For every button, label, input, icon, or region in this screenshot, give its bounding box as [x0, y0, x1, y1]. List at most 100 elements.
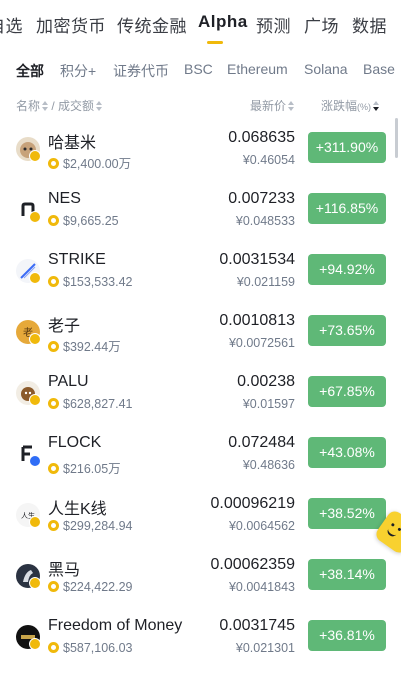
- table-row[interactable]: NES $9,665.25 0.007233 ¥0.048533 +116.85…: [0, 177, 401, 238]
- tab-prediction[interactable]: 预测: [256, 12, 291, 37]
- alpha-icon: [48, 642, 59, 653]
- active-tab-indicator: [207, 41, 223, 44]
- token-volume: $9,665.25: [48, 214, 119, 228]
- header-change: 涨跌幅: [321, 99, 358, 113]
- alpha-icon: [48, 158, 59, 169]
- token-volume: $587,106.03: [48, 641, 133, 655]
- alpha-badge-icon: [29, 211, 41, 223]
- token-name: 老子: [48, 318, 81, 335]
- table-row[interactable]: STRIKE $153,533.42 0.0031534 ¥0.021159 +…: [0, 238, 401, 299]
- change-badge[interactable]: +73.65%: [308, 315, 386, 346]
- token-volume: $628,827.41: [48, 397, 133, 411]
- alpha-badge-icon: [29, 516, 41, 528]
- header-separator: /: [51, 99, 55, 113]
- sort-icon: [288, 101, 295, 111]
- tab-data[interactable]: 数据: [352, 12, 387, 37]
- token-price: 0.00096219: [210, 495, 295, 512]
- token-price-cny: ¥0.01597: [242, 397, 295, 411]
- token-name: 哈基米: [48, 135, 97, 152]
- subtab-solana[interactable]: Solana: [304, 61, 348, 77]
- sort-price[interactable]: 最新价: [250, 97, 295, 114]
- alpha-badge-icon: [29, 577, 41, 589]
- token-name: 人生K线: [48, 501, 107, 518]
- alpha-icon: [48, 463, 59, 474]
- token-volume-value: $299,284.94: [63, 519, 133, 533]
- alpha-badge-icon: [29, 150, 41, 162]
- token-price-cny: ¥0.0041843: [228, 580, 295, 594]
- sort-icon: [42, 101, 49, 111]
- subtab-points[interactable]: 积分+: [60, 61, 96, 81]
- chain-filter-tabs: 全部 积分+ 证券代币 BSC Ethereum Solana Base: [0, 46, 401, 92]
- change-badge[interactable]: +311.90%: [308, 132, 386, 163]
- token-volume: $392.44万: [48, 336, 121, 355]
- token-volume: $216.05万: [48, 458, 121, 477]
- alpha-icon: [48, 215, 59, 226]
- change-badge[interactable]: +116.85%: [308, 193, 386, 224]
- alpha-badge-icon: [29, 638, 41, 650]
- token-price-cny: ¥0.0064562: [228, 519, 295, 533]
- token-price: 0.0010813: [219, 312, 295, 329]
- change-badge[interactable]: +94.92%: [308, 254, 386, 285]
- token-volume-value: $153,533.42: [63, 275, 133, 289]
- token-price: 0.00062359: [210, 556, 295, 573]
- token-volume-value: $9,665.25: [63, 214, 119, 228]
- tab-crypto[interactable]: 加密货币: [36, 12, 106, 37]
- token-volume: $2,400.00万: [48, 153, 131, 172]
- token-price-cny: ¥0.46054: [242, 153, 295, 167]
- tab-alpha[interactable]: Alpha: [198, 12, 248, 32]
- table-row[interactable]: PALU $628,827.41 0.00238 ¥0.01597 +67.85…: [0, 360, 401, 421]
- table-row[interactable]: 哈基米 $2,400.00万 0.068635 ¥0.46054 +311.90…: [0, 116, 401, 177]
- subtab-base[interactable]: Base: [363, 61, 395, 77]
- subtab-bsc[interactable]: BSC: [184, 61, 213, 77]
- table-row[interactable]: Freedom of Money $587,106.03 0.0031745 ¥…: [0, 604, 401, 665]
- change-badge[interactable]: +38.52%: [308, 498, 386, 529]
- subtab-security-tokens[interactable]: 证券代币: [113, 61, 169, 81]
- sort-name-volume[interactable]: 名称 / 成交额: [16, 97, 103, 114]
- token-name: Freedom of Money: [48, 617, 183, 634]
- alpha-badge-icon: [29, 272, 41, 284]
- change-badge[interactable]: +36.81%: [308, 620, 386, 651]
- list-scrollbar[interactable]: [395, 118, 398, 158]
- change-badge[interactable]: +67.85%: [308, 376, 386, 407]
- token-price-cny: ¥0.0072561: [228, 336, 295, 350]
- alpha-icon: [48, 581, 59, 592]
- header-name: 名称: [16, 99, 41, 113]
- token-price: 0.068635: [228, 129, 295, 146]
- header-change-unit: (%): [357, 102, 372, 112]
- token-volume-value: $2,400.00万: [63, 157, 132, 171]
- token-name: 黑马: [48, 562, 81, 579]
- alpha-icon: [48, 276, 59, 287]
- token-volume: $224,422.29: [48, 580, 133, 594]
- token-name: PALU: [48, 373, 89, 390]
- token-price-cny: ¥0.48636: [242, 458, 295, 472]
- chain-badge-icon: [29, 455, 41, 467]
- change-badge[interactable]: +38.14%: [308, 559, 386, 590]
- token-price: 0.0031745: [219, 617, 295, 634]
- table-row[interactable]: FLOCK $216.05万 0.072484 ¥0.48636 +43.08%: [0, 421, 401, 482]
- token-price-cny: ¥0.021159: [236, 275, 295, 289]
- table-row[interactable]: 人生 人生K线 $299,284.94 0.00096219 ¥0.006456…: [0, 482, 401, 543]
- token-volume: $153,533.42: [48, 275, 133, 289]
- table-row[interactable]: 老 老子 $392.44万 0.0010813 ¥0.0072561 +73.6…: [0, 299, 401, 360]
- token-price: 0.00238: [237, 373, 295, 390]
- table-row[interactable]: 黑马 $224,422.29 0.00062359 ¥0.0041843 +38…: [0, 543, 401, 604]
- token-volume-value: $587,106.03: [63, 641, 133, 655]
- subtab-all[interactable]: 全部: [16, 61, 44, 81]
- change-badge[interactable]: +43.08%: [308, 437, 386, 468]
- token-price: 0.072484: [228, 434, 295, 451]
- alpha-icon: [48, 398, 59, 409]
- tab-square[interactable]: 广场: [304, 12, 339, 37]
- tab-tradfi[interactable]: 传统金融: [117, 12, 187, 37]
- token-name: NES: [48, 190, 81, 207]
- sort-change[interactable]: 涨跌幅(%): [321, 97, 380, 114]
- subtab-ethereum[interactable]: Ethereum: [227, 61, 288, 77]
- token-volume: $299,284.94: [48, 519, 133, 533]
- header-price: 最新价: [250, 99, 287, 113]
- token-price-cny: ¥0.048533: [235, 214, 295, 228]
- tab-watchlist[interactable]: 自选: [0, 12, 23, 37]
- alpha-badge-icon: [29, 333, 41, 345]
- token-volume-value: $224,422.29: [63, 580, 133, 594]
- token-volume-value: $628,827.41: [63, 397, 133, 411]
- alpha-icon: [48, 341, 59, 352]
- alpha-icon: [48, 520, 59, 531]
